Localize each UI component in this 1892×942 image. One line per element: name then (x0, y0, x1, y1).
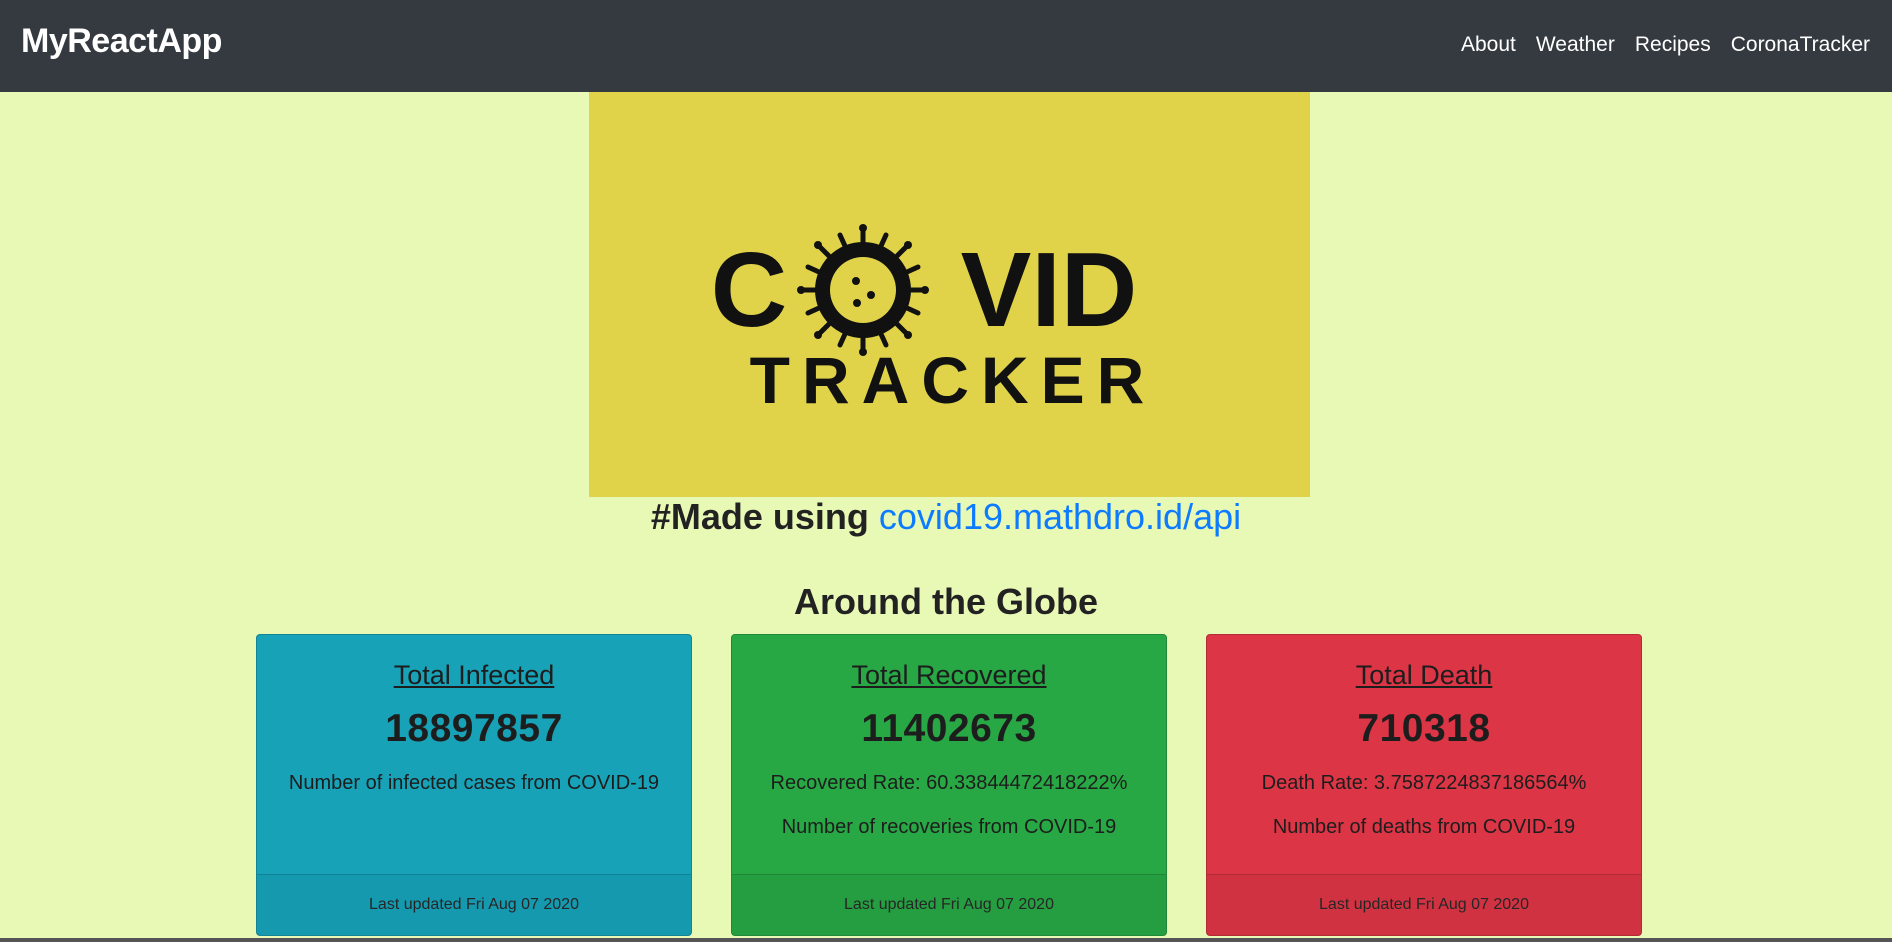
api-link[interactable]: covid19.mathdro.id/api (879, 496, 1241, 537)
around-the-globe-heading: Around the Globe (794, 581, 1098, 622)
card-value: 710318 (1357, 707, 1491, 750)
card-description: Number of recoveries from COVID-19 (781, 816, 1117, 838)
logo-tracker-text: TRACKER (750, 343, 1157, 417)
nav-link-about[interactable]: About (1451, 33, 1526, 57)
covid-tracker-banner: C VID TRACKER (589, 92, 1310, 497)
card-footer: Last updated Fri Aug 07 2020 (1207, 874, 1641, 935)
card-rate: Death Rate: 3.7587224837186564% (1261, 772, 1587, 794)
logo-letter-c: C (711, 231, 788, 349)
card-total-death: Total Death 710318 Death Rate: 3.7587224… (1206, 634, 1642, 936)
card-title: Total Recovered (851, 660, 1047, 690)
card-title: Total Infected (393, 660, 555, 690)
card-footer: Last updated Fri Aug 07 2020 (732, 874, 1166, 935)
made-using-prefix: #Made using (650, 496, 879, 537)
nav-link-coronatracker[interactable]: CoronaTracker (1721, 33, 1870, 57)
nav-link-weather[interactable]: Weather (1526, 33, 1625, 57)
card-rate: Recovered Rate: 60.33844472418222% (770, 772, 1128, 794)
card-footer: Last updated Fri Aug 07 2020 (257, 874, 691, 935)
navbar: MyReactApp About Weather Recipes CoronaT… (0, 0, 1892, 92)
card-description: Number of deaths from COVID-19 (1272, 816, 1576, 838)
nav-links: About Weather Recipes CoronaTracker (1451, 33, 1870, 57)
bottom-edge-strip (0, 938, 1892, 942)
made-using-credit: #Made using covid19.mathdro.id/api (0, 496, 1892, 538)
brand-link[interactable]: MyReactApp (21, 22, 222, 61)
card-total-recovered: Total Recovered 11402673 Recovered Rate:… (731, 634, 1167, 936)
card-title: Total Death (1355, 660, 1493, 690)
virus-icon (797, 224, 929, 356)
card-total-infected: Total Infected 18897857 Number of infect… (256, 634, 692, 936)
stats-cards: Total Infected 18897857 Number of infect… (256, 634, 1644, 938)
card-value: 11402673 (861, 707, 1037, 750)
nav-link-recipes[interactable]: Recipes (1625, 33, 1721, 57)
card-description: Number of infected cases from COVID-19 (288, 772, 660, 794)
logo-letters-vid: VID (961, 231, 1138, 349)
covid-tracker-logo: C VID TRACKER (589, 92, 1310, 497)
card-value: 18897857 (385, 707, 563, 750)
